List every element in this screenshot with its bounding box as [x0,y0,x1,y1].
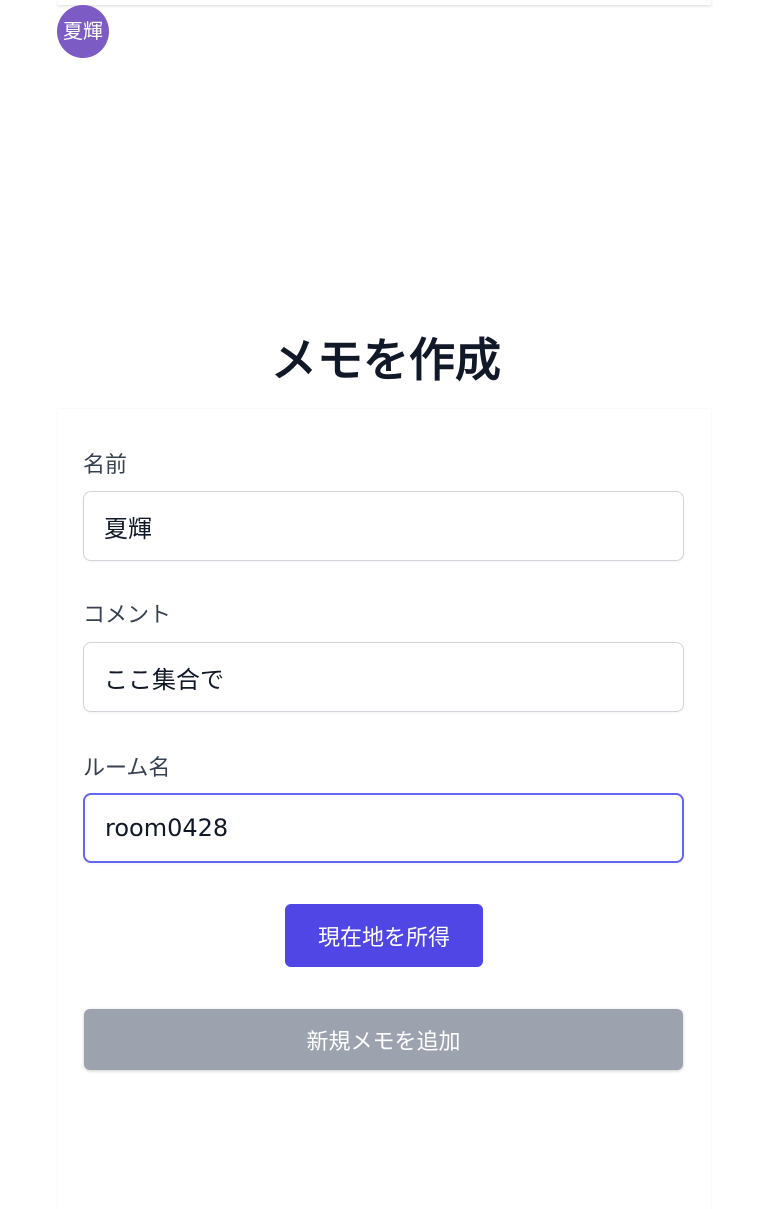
get-location-button[interactable]: 現在地を所得 [285,904,483,967]
room-name-input[interactable] [83,793,684,863]
room-name-label: ルーム名 [83,756,171,781]
page-title: メモを作成 [271,333,501,387]
comment-input[interactable] [83,642,684,712]
add-memo-button[interactable]: 新規メモを追加 [84,1009,683,1070]
comment-label: コメント [83,603,172,628]
top-bar [58,0,711,5]
name-label: 名前 [83,453,128,478]
name-input[interactable] [83,491,684,561]
avatar[interactable]: 夏輝 [57,5,109,58]
